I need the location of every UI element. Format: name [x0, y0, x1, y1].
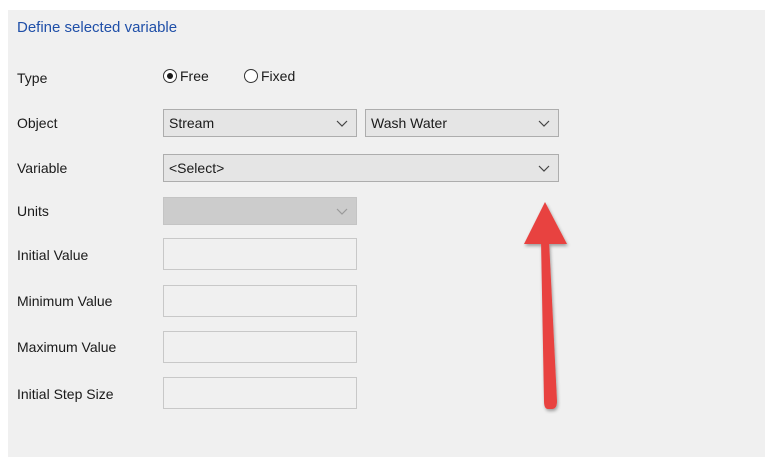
object-label: Object [17, 115, 58, 131]
type-free-radio[interactable]: Free [163, 68, 209, 84]
initial-step-size-field[interactable] [163, 377, 357, 409]
section-title: Define selected variable [17, 19, 178, 36]
chevron-down-icon [336, 120, 348, 127]
type-fixed-label: Fixed [261, 68, 296, 84]
minimum-value-label: Minimum Value [17, 293, 113, 309]
type-fixed-radio[interactable]: Fixed [244, 68, 295, 84]
maximum-value-label: Maximum Value [17, 339, 117, 355]
chevron-down-icon [538, 165, 550, 172]
object-item-dropdown[interactable]: Wash Water [365, 109, 559, 137]
initial-value-label: Initial Value [17, 247, 89, 263]
object-item-value: Wash Water [371, 115, 447, 131]
maximum-value-field[interactable] [163, 331, 357, 363]
object-category-value: Stream [169, 115, 215, 131]
radio-unchecked-icon [244, 69, 258, 83]
radio-checked-icon [163, 69, 177, 83]
initial-step-size-label: Initial Step Size [17, 386, 114, 402]
type-free-label: Free [180, 68, 209, 84]
variable-dropdown[interactable]: <Select> [163, 154, 559, 182]
object-category-dropdown[interactable]: Stream [163, 109, 357, 137]
minimum-value-field[interactable] [163, 285, 357, 317]
chevron-down-icon [336, 208, 348, 215]
variable-label: Variable [17, 160, 68, 176]
units-label: Units [17, 203, 49, 219]
annotation-arrow-icon [524, 202, 567, 409]
units-dropdown[interactable] [163, 197, 357, 225]
type-label: Type [17, 70, 48, 86]
variable-value: <Select> [169, 160, 225, 176]
define-variable-panel: Define selected variable Type Free Fixed… [8, 10, 765, 457]
initial-value-field[interactable] [163, 238, 357, 270]
chevron-down-icon [538, 120, 550, 127]
